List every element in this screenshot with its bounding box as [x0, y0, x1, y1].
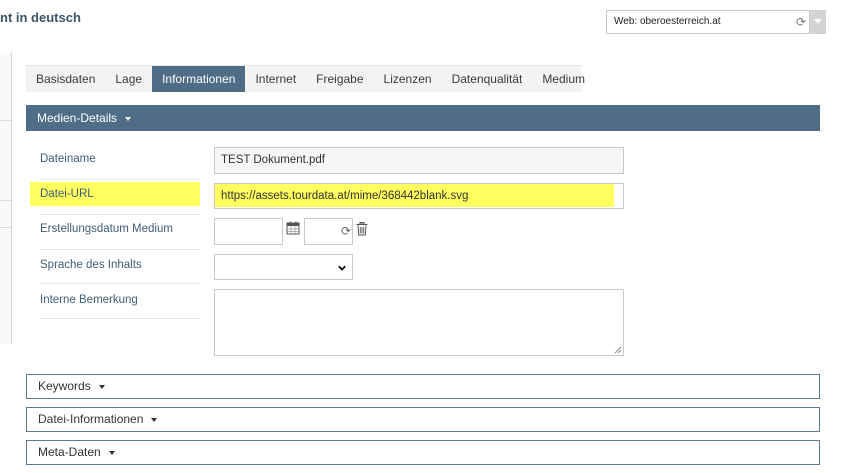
- tab-lage[interactable]: Lage: [105, 66, 152, 92]
- sprache-select[interactable]: [214, 254, 353, 280]
- section-title: Keywords: [38, 379, 91, 393]
- section-title: Datei-Informationen: [38, 412, 144, 426]
- datei-url-field[interactable]: https://assets.tourdata.at/mime/368442bl…: [214, 183, 624, 209]
- section-keywords-header[interactable]: Keywords: [26, 374, 820, 399]
- caret-down-icon: [125, 116, 132, 121]
- chevron-down-icon: [338, 265, 346, 271]
- section-title: Meta-Daten: [38, 445, 101, 459]
- section-meta-daten-header[interactable]: Meta-Daten: [26, 440, 820, 465]
- caret-down-icon: [98, 384, 105, 389]
- page-title: nt in deutsch: [0, 10, 81, 25]
- tab-medium[interactable]: Medium: [532, 66, 595, 92]
- tab-lizenzen[interactable]: Lizenzen: [374, 66, 442, 92]
- tab-datenqualitaet[interactable]: Datenqualität: [442, 66, 533, 92]
- field-label-datei-url: Datei-URL: [40, 180, 200, 215]
- section-datei-informationen-header[interactable]: Datei-Informationen: [26, 407, 820, 432]
- field-label-dateiname: Dateiname: [40, 145, 200, 180]
- chevron-down-icon[interactable]: [810, 10, 826, 34]
- tab-informationen[interactable]: Informationen: [152, 66, 246, 92]
- caret-down-icon: [108, 450, 115, 455]
- web-selector[interactable]: Web: oberoesterreich.at ⟳: [606, 10, 826, 34]
- field-label-erstellungsdatum: Erstellungsdatum Medium: [40, 215, 200, 250]
- left-panel-divider: [0, 200, 12, 201]
- tab-freigabe[interactable]: Freigabe: [306, 66, 373, 92]
- tab-bar: Basisdaten Lage Informationen Internet F…: [26, 65, 585, 92]
- left-panel-edge: [0, 52, 12, 344]
- trash-icon[interactable]: [356, 222, 368, 236]
- left-panel-divider: [0, 227, 12, 228]
- left-panel-divider: [0, 120, 12, 121]
- bemerkung-textarea[interactable]: [214, 289, 624, 356]
- tab-basisdaten[interactable]: Basisdaten: [26, 66, 105, 92]
- tab-internet[interactable]: Internet: [245, 66, 306, 92]
- field-label-bemerkung: Interne Bemerkung: [40, 286, 200, 319]
- date-input[interactable]: [214, 218, 283, 245]
- web-selector-value[interactable]: Web: oberoesterreich.at: [606, 10, 810, 34]
- section-medien-details-header[interactable]: Medien-Details: [26, 105, 820, 131]
- calendar-icon[interactable]: [286, 221, 300, 235]
- field-label-sprache: Sprache des Inhalts: [40, 251, 200, 284]
- section-title: Medien-Details: [37, 111, 118, 125]
- refresh-icon[interactable]: ⟳: [341, 224, 351, 238]
- dateiname-field[interactable]: TEST Dokument.pdf: [214, 147, 624, 174]
- caret-down-icon: [151, 417, 158, 422]
- refresh-icon[interactable]: ⟳: [794, 13, 808, 31]
- resize-handle-icon[interactable]: [614, 346, 622, 354]
